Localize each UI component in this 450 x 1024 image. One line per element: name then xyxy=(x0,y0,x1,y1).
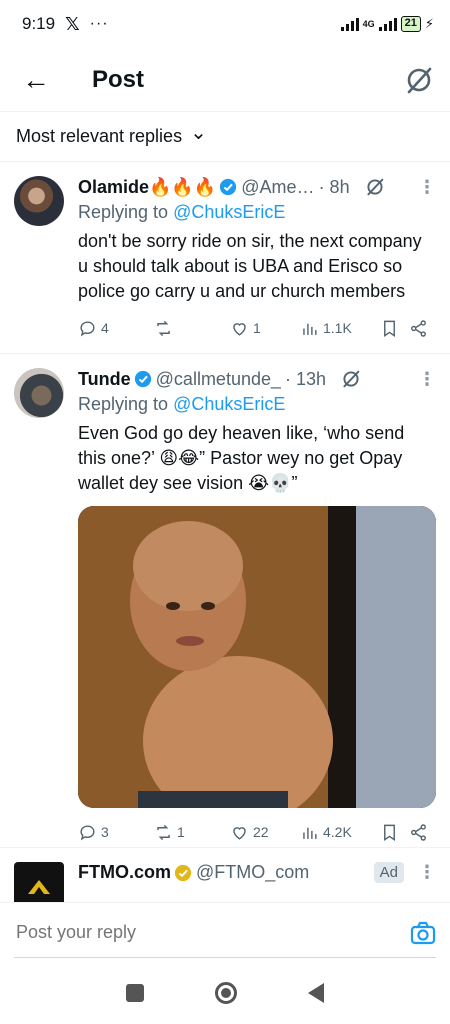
author-handle[interactable]: @Ame… xyxy=(241,177,314,198)
avatar[interactable] xyxy=(14,368,64,418)
reply-tweet[interactable]: Tunde @callmetunde_ · 13h ⋮ Replying to … xyxy=(0,354,450,848)
author-name[interactable]: Olamide🔥🔥🔥 xyxy=(78,177,216,198)
author-handle[interactable]: @FTMO_com xyxy=(196,862,309,883)
tweet-actions: 3 1 22 4.2K xyxy=(78,820,436,844)
reply-sort-label: Most relevant replies xyxy=(16,126,183,146)
battery-icon: 21 xyxy=(400,16,421,32)
chevron-down-icon: ⌄ xyxy=(190,122,207,144)
heart-icon xyxy=(233,322,246,336)
share-icon[interactable] xyxy=(409,319,428,338)
grok-icon[interactable] xyxy=(364,176,386,198)
replying-to: Replying to @ChuksEricE xyxy=(78,394,436,415)
ad-badge: Ad xyxy=(373,862,404,883)
author-name[interactable]: FTMO.com xyxy=(78,862,171,883)
charging-icon: ⚡ xyxy=(424,16,434,31)
camera-icon[interactable] xyxy=(410,920,436,946)
bookmark-icon[interactable] xyxy=(380,319,399,338)
ftmo-logo-icon xyxy=(28,880,50,894)
reply-composer xyxy=(0,902,450,962)
tweet-header: Tunde @callmetunde_ · 13h ⋮ xyxy=(78,368,436,390)
tweet-body: Tunde @callmetunde_ · 13h ⋮ Replying to … xyxy=(78,368,436,841)
replying-to-label: Replying to xyxy=(78,394,174,414)
replying-to: Replying to @ChuksEricE xyxy=(78,202,436,223)
grok-icon[interactable] xyxy=(340,368,362,390)
like-count: 22 xyxy=(253,824,269,840)
network-type: 4G xyxy=(362,18,375,29)
like-button[interactable]: 1 xyxy=(230,319,300,338)
recents-button[interactable] xyxy=(125,984,144,1002)
ad-tweet[interactable]: FTMO.com @FTMO_com Ad ⋮ xyxy=(0,848,450,908)
views-button[interactable]: 1.1K xyxy=(300,319,380,338)
view-count: 4.2K xyxy=(323,824,352,840)
home-button[interactable] xyxy=(214,982,237,1004)
author-handle[interactable]: @callmetunde_ xyxy=(156,369,281,390)
analytics-icon xyxy=(303,827,317,839)
grok-icon[interactable] xyxy=(404,65,434,95)
tweet-image[interactable] xyxy=(78,506,436,808)
reply-count: 4 xyxy=(101,320,109,336)
tweet-time[interactable]: · 8h xyxy=(319,177,350,198)
signal-icon-2 xyxy=(378,17,397,31)
reply-icon xyxy=(80,320,95,336)
tweet-body: Olamide🔥🔥🔥 @Ame… · 8h ⋮ Replying to @Chu… xyxy=(78,176,436,343)
more-options-icon[interactable]: ⋮ xyxy=(418,369,436,390)
page-title: Post xyxy=(92,65,145,93)
child-photo xyxy=(78,506,436,808)
author-name[interactable]: Tunde xyxy=(78,369,131,390)
bookmark-icon[interactable] xyxy=(380,823,399,842)
more-notifications-icon: ··· xyxy=(89,15,109,32)
retweet-icon xyxy=(157,824,170,840)
like-count: 1 xyxy=(253,320,261,336)
view-count: 1.1K xyxy=(323,320,352,336)
tweet-header: FTMO.com @FTMO_com Ad ⋮ xyxy=(78,862,436,883)
more-options-icon[interactable]: ⋮ xyxy=(418,177,436,198)
tweet-actions: 4 1 1.1K xyxy=(78,316,436,340)
tweet-text: Even God go dey heaven like, ‘who send t… xyxy=(78,423,405,493)
views-button[interactable]: 4.2K xyxy=(300,823,380,842)
verified-badge-icon xyxy=(134,370,151,388)
reply-tweet[interactable]: Olamide🔥🔥🔥 @Ame… · 8h ⋮ Replying to @Chu… xyxy=(0,162,450,354)
tweet-text: don't be sorry ride on sir, the next com… xyxy=(78,231,422,301)
more-options-icon[interactable]: ⋮ xyxy=(418,862,436,883)
analytics-icon xyxy=(303,323,317,335)
reply-button[interactable]: 3 xyxy=(78,823,154,842)
retweet-button[interactable]: 1 xyxy=(154,823,230,842)
tweet-time[interactable]: · 13h xyxy=(285,369,326,390)
system-nav-bar xyxy=(0,962,450,1024)
avatar[interactable] xyxy=(14,176,64,226)
retweet-button[interactable] xyxy=(154,319,230,338)
reply-sort-dropdown[interactable]: Most relevant replies ⌄ xyxy=(0,112,450,162)
status-bar: 9:19 𝕏 ··· 4G 21 ⚡ xyxy=(0,0,450,48)
share-icon[interactable] xyxy=(409,823,428,842)
status-left: 9:19 𝕏 ··· xyxy=(22,14,109,35)
tweet-header: Olamide🔥🔥🔥 @Ame… · 8h ⋮ xyxy=(78,176,436,198)
back-button[interactable]: ← xyxy=(22,64,62,96)
verified-badge-icon xyxy=(220,178,237,196)
reply-count: 3 xyxy=(101,824,109,840)
clock: 9:19 xyxy=(22,14,56,33)
verified-gold-badge-icon xyxy=(174,864,192,881)
reply-button[interactable]: 4 xyxy=(78,319,154,338)
system-back-button[interactable] xyxy=(308,983,325,1003)
reply-divider xyxy=(14,957,436,958)
signal-icon xyxy=(340,17,359,31)
reply-input[interactable] xyxy=(16,922,410,943)
status-right: 4G 21 ⚡ xyxy=(340,16,434,32)
tweet-body: FTMO.com @FTMO_com Ad ⋮ xyxy=(78,862,436,898)
like-button[interactable]: 22 xyxy=(230,823,300,842)
retweet-icon xyxy=(157,320,170,336)
x-logo-icon: 𝕏 xyxy=(65,13,80,34)
heart-icon xyxy=(233,826,246,840)
header: ← Post xyxy=(0,48,450,112)
replying-to-label: Replying to xyxy=(78,202,174,222)
retweet-count: 1 xyxy=(177,824,185,840)
replying-to-link[interactable]: @ChuksEricE xyxy=(173,202,285,222)
reply-icon xyxy=(80,824,95,840)
replying-to-link[interactable]: @ChuksEricE xyxy=(173,394,285,414)
